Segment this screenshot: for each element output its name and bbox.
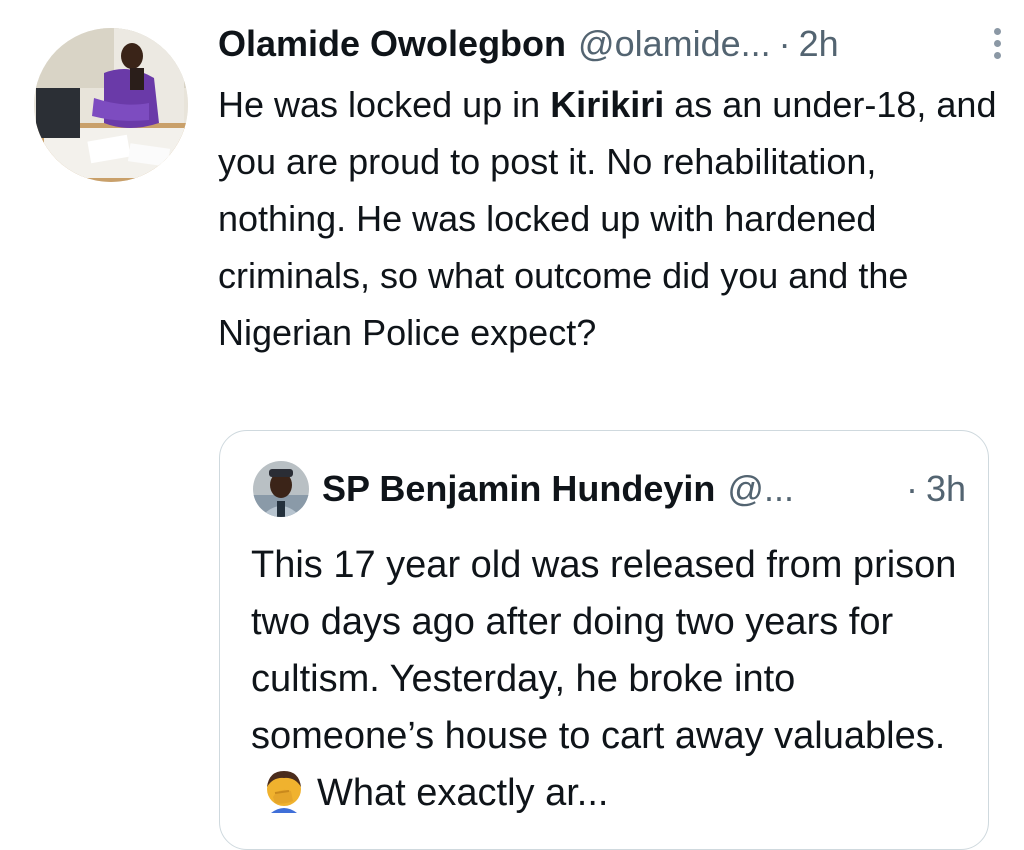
quoted-author-name[interactable]: SP Benjamin Hundeyin bbox=[322, 468, 715, 510]
author-name[interactable]: Olamide Owolegbon bbox=[218, 23, 566, 65]
tweet-header: Olamide Owolegbon @olamide... · 2h bbox=[218, 18, 1001, 70]
tweet-text-bold: Kirikiri bbox=[550, 84, 665, 125]
quoted-tweet-header: SP Benjamin Hundeyin @... · 3h bbox=[322, 463, 966, 515]
separator-dot: · bbox=[778, 23, 791, 64]
man-facepalming-emoji bbox=[261, 767, 307, 813]
quoted-author-handle[interactable]: @... bbox=[727, 468, 794, 510]
tweet-text: He was locked up in Kirikiri as an under… bbox=[218, 76, 998, 361]
quoted-avatar-photo bbox=[253, 461, 309, 517]
author-handle[interactable]: @olamide... bbox=[578, 23, 771, 65]
quoted-tweet-card[interactable]: SP Benjamin Hundeyin @... · 3h This 17 y… bbox=[219, 430, 989, 850]
quoted-text-main: This 17 year old was released from priso… bbox=[251, 544, 957, 757]
quoted-tweet-text: This 17 year old was released from priso… bbox=[251, 537, 971, 822]
tweet-text-start: He was locked up in bbox=[218, 84, 551, 125]
quoted-author-avatar[interactable] bbox=[253, 461, 309, 517]
avatar-photo bbox=[34, 28, 188, 182]
quoted-separator-dot: · bbox=[905, 468, 918, 509]
quoted-text-tail: What exactly ar... bbox=[317, 772, 609, 814]
tweet-time[interactable]: 2h bbox=[799, 23, 839, 65]
author-avatar[interactable] bbox=[34, 28, 188, 182]
more-vertical-icon[interactable] bbox=[988, 24, 1006, 66]
quoted-tweet-time[interactable]: 3h bbox=[926, 468, 966, 510]
